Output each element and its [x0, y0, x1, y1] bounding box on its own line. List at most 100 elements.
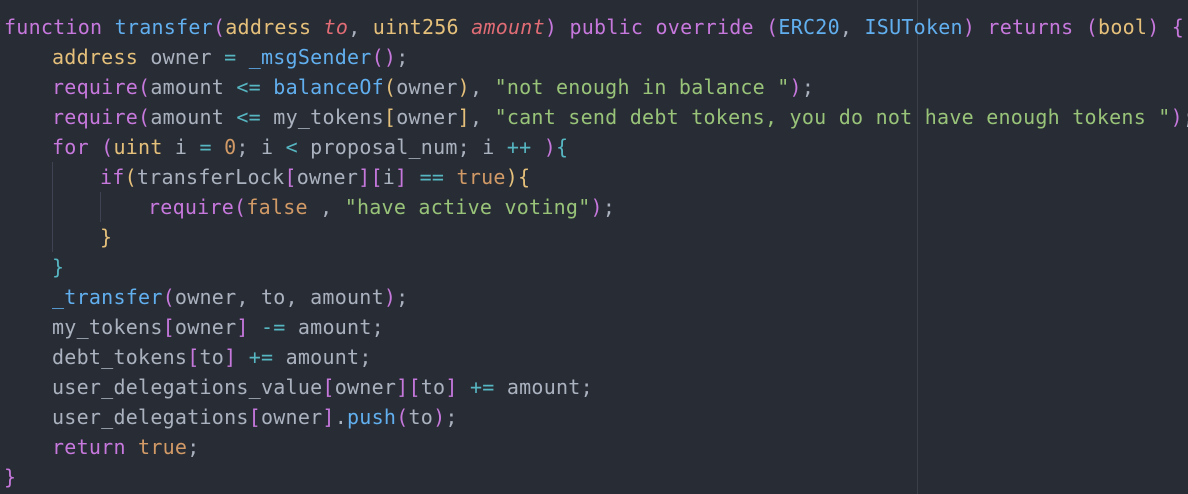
code-token: false: [246, 195, 308, 219]
code-line[interactable]: return true;: [4, 432, 1188, 462]
code-token: .: [334, 405, 348, 429]
code-line[interactable]: }: [4, 462, 1188, 492]
code-line[interactable]: }: [4, 252, 1188, 282]
code-token: ,: [469, 105, 495, 129]
code-token: ): [590, 195, 603, 219]
code-line[interactable]: my_tokens[owner] -= amount;: [4, 312, 1188, 342]
code-token: debt_tokens: [52, 345, 188, 369]
code-token: ,: [348, 15, 373, 39]
code-token: "not enough in balance ": [494, 75, 790, 99]
code-editor[interactable]: function transfer(address to, uint256 am…: [0, 0, 1188, 494]
code-token: (: [212, 15, 226, 39]
code-token: ): [543, 135, 557, 159]
code-token: (: [101, 135, 114, 159]
code-token: bool: [1098, 15, 1148, 39]
code-token: [: [322, 375, 335, 399]
code-token: transfer: [114, 15, 213, 39]
code-token: uint: [113, 135, 163, 159]
code-token: (: [138, 105, 151, 129]
code-token: ][: [358, 165, 383, 189]
code-token: user_delegations_value: [52, 375, 323, 399]
indent-guide: [52, 192, 53, 222]
code-token: proposal_num; i: [297, 135, 507, 159]
code-token: my_tokens: [52, 315, 163, 339]
code-token: i: [162, 135, 200, 159]
indent-guide: [100, 192, 101, 222]
code-token: ): [1147, 15, 1160, 39]
code-token: public override: [557, 15, 767, 39]
code-token: user_delegations: [52, 405, 249, 429]
code-token: ]: [457, 105, 470, 129]
code-token: my_tokens: [260, 105, 384, 129]
code-block[interactable]: function transfer(address to, uint256 am…: [4, 12, 1188, 492]
code-token: +=: [248, 345, 274, 369]
code-token: +=: [469, 375, 495, 399]
code-token: ;: [445, 405, 458, 429]
code-token: true: [456, 165, 506, 189]
code-line[interactable]: address owner = _msgSender();: [4, 42, 1188, 72]
code-line[interactable]: _transfer(owner, to, amount);: [4, 282, 1188, 312]
code-token: amount;: [285, 315, 384, 339]
indent-guide: [52, 162, 53, 192]
code-token: [: [284, 165, 297, 189]
code-token: amount;: [273, 345, 372, 369]
code-line[interactable]: if(transferLock[owner][i] == true){: [4, 162, 1188, 192]
code-token: ): [505, 165, 518, 189]
code-token: owner: [296, 165, 359, 189]
code-token: ]: [224, 345, 237, 369]
code-token: ;: [1183, 105, 1188, 129]
code-line[interactable]: user_delegations[owner].push(to);: [4, 402, 1188, 432]
code-line[interactable]: require(false , "have active voting");: [4, 192, 1188, 222]
code-token: require: [52, 105, 139, 129]
code-line[interactable]: for (uint i = 0; i < proposal_num; i ++ …: [4, 132, 1188, 162]
code-token: (: [162, 285, 175, 309]
code-token: ;: [396, 285, 409, 309]
code-token: ): [789, 75, 802, 99]
code-token: ]: [395, 165, 408, 189]
code-line[interactable]: debt_tokens[to] += amount;: [4, 342, 1188, 372]
code-token: -=: [260, 315, 286, 339]
code-token: owner: [396, 75, 458, 99]
code-token: (: [766, 15, 779, 39]
code-token: owner: [260, 405, 323, 429]
code-token: <=: [236, 105, 261, 129]
code-token: ISUToken: [864, 15, 963, 39]
code-token: ]: [236, 315, 249, 339]
code-token: owner: [396, 105, 458, 129]
code-token: ==: [419, 165, 445, 189]
code-token: ; i: [236, 135, 286, 159]
code-token: [: [248, 405, 261, 429]
code-line[interactable]: }: [4, 222, 1188, 252]
code-line[interactable]: require(amount <= my_tokens[owner], "can…: [4, 102, 1188, 132]
code-token: (: [1085, 15, 1099, 39]
code-token: ;: [602, 195, 616, 219]
code-token: amount;: [494, 375, 593, 399]
code-token: ): [962, 15, 976, 39]
code-token: if: [100, 165, 125, 189]
code-token: ,: [839, 15, 865, 39]
code-token: require: [52, 75, 139, 99]
code-line[interactable]: user_delegations_value[owner][to] += amo…: [4, 372, 1188, 402]
code-token: ): [383, 285, 397, 309]
code-token: =: [224, 45, 237, 69]
code-token: ): [433, 405, 446, 429]
code-token: ,: [469, 75, 495, 99]
code-token: to: [323, 15, 349, 39]
code-line[interactable]: require(amount <= balanceOf(owner), "not…: [4, 72, 1188, 102]
code-line[interactable]: function transfer(address to, uint256 am…: [4, 12, 1188, 42]
code-token: (: [383, 75, 397, 99]
code-token: balanceOf: [273, 75, 384, 99]
code-token: owner: [174, 315, 237, 339]
code-token: _transfer: [52, 285, 163, 309]
code-token: require: [148, 195, 235, 219]
